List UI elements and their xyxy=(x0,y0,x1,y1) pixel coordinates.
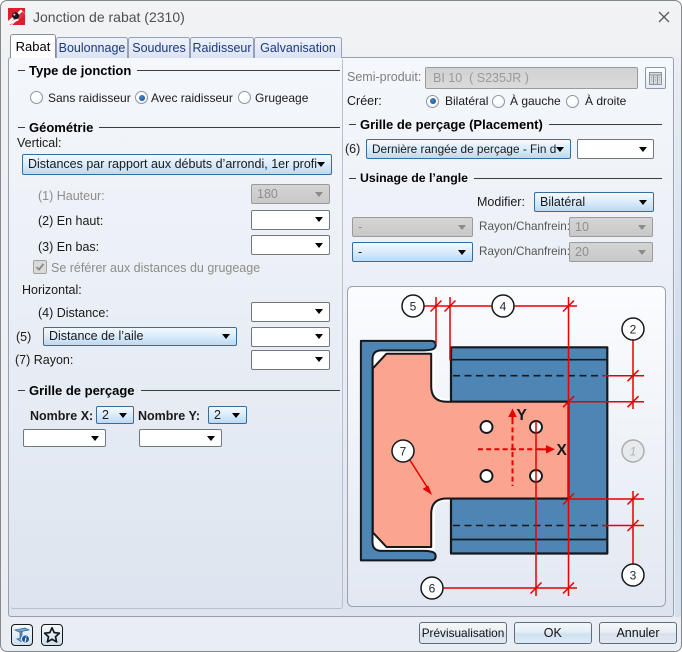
svg-text:5: 5 xyxy=(410,300,417,314)
svg-text:4: 4 xyxy=(500,300,507,314)
svg-text:2: 2 xyxy=(630,323,637,337)
svg-text:X: X xyxy=(557,442,568,459)
svg-text:6: 6 xyxy=(429,582,436,596)
svg-text:3: 3 xyxy=(630,569,637,583)
svg-text:1: 1 xyxy=(630,445,637,459)
svg-text:7: 7 xyxy=(400,445,407,459)
svg-text:Y: Y xyxy=(517,407,528,424)
